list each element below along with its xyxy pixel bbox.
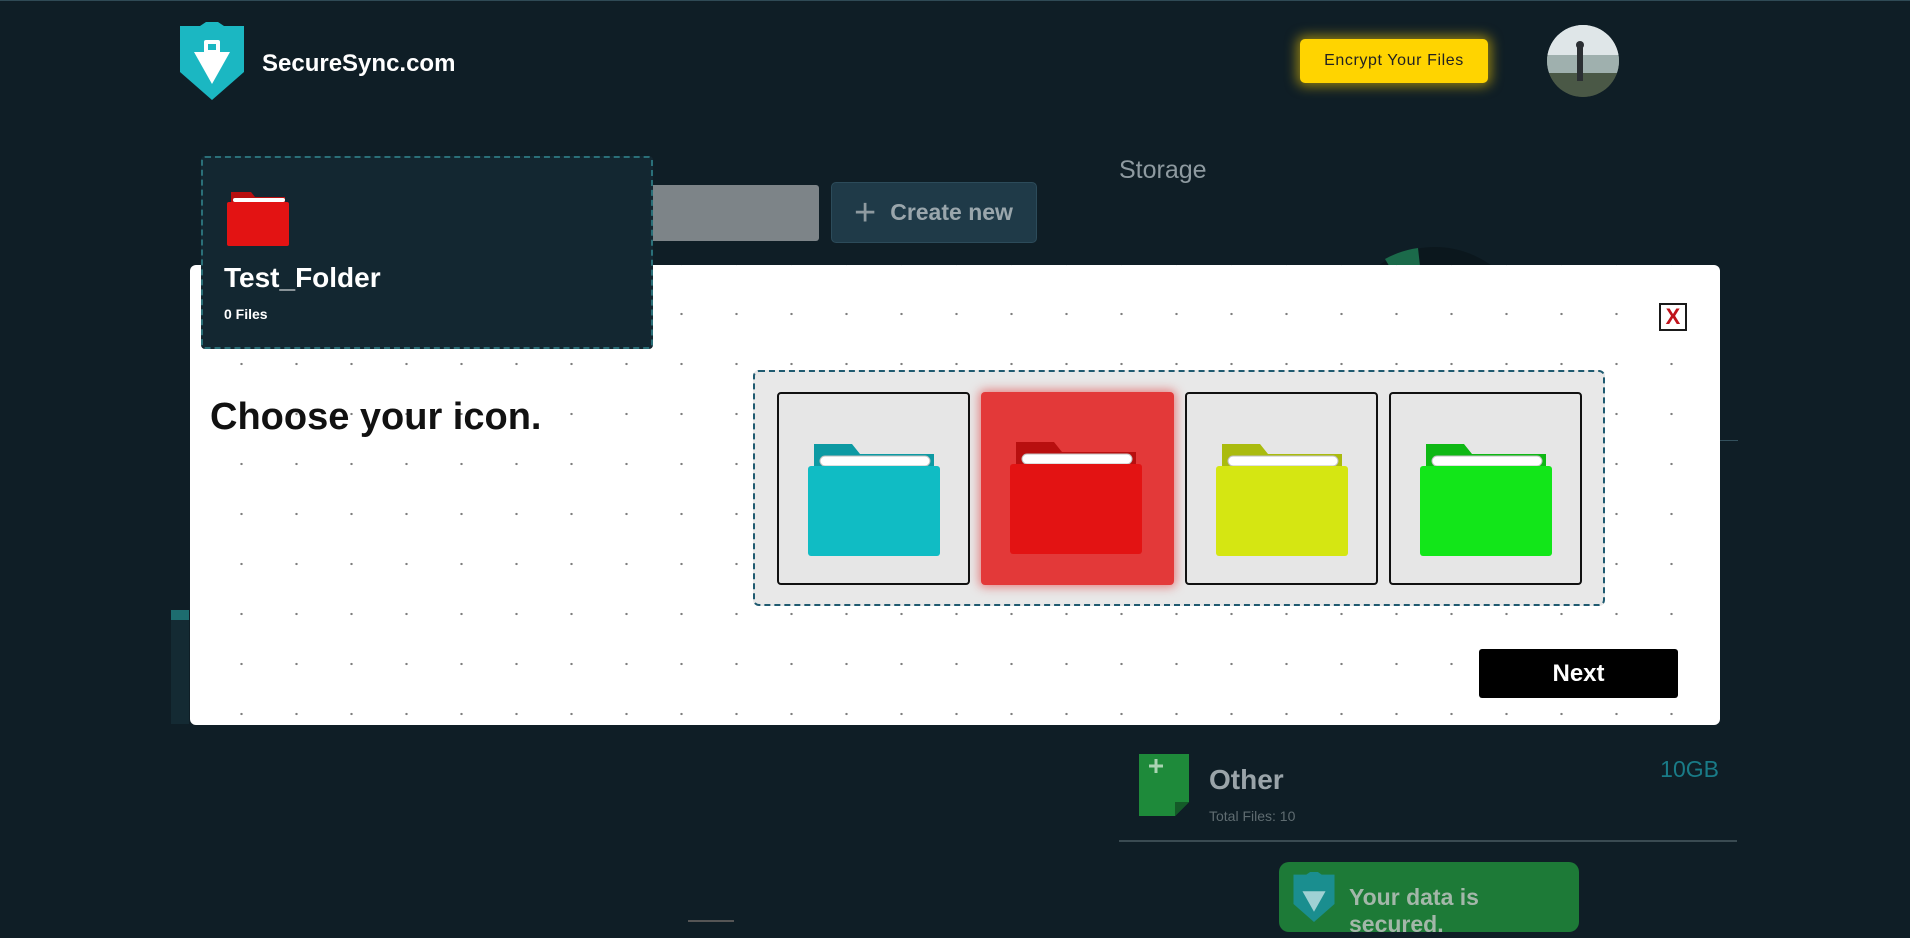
storage-item-files: Total Files: 10 (1209, 808, 1296, 824)
modal-title: Choose your icon. (210, 396, 542, 438)
next-button[interactable]: Next (1479, 649, 1678, 698)
encrypt-files-button[interactable]: Encrypt Your Files (1300, 39, 1488, 83)
green-folder-icon (1420, 444, 1552, 556)
folder-preview-card[interactable]: Test_Folder 0 Files (201, 156, 653, 349)
storage-item-other[interactable]: Other Total Files: 10 10GB (1119, 750, 1737, 842)
storage-item-name: Other (1209, 764, 1284, 795)
icon-picker (753, 370, 1605, 606)
icon-option-yellow[interactable] (1185, 392, 1378, 585)
search-input[interactable] (640, 185, 819, 241)
avatar-photo (1547, 25, 1619, 97)
red-folder-icon (1010, 442, 1142, 554)
scroll-bar[interactable] (171, 610, 189, 724)
shield-icon (1293, 872, 1335, 922)
red-folder-icon (227, 192, 289, 246)
avatar[interactable] (1547, 25, 1619, 97)
teal-folder-icon (808, 444, 940, 556)
close-button[interactable]: X (1659, 303, 1687, 331)
yellow-folder-icon (1216, 444, 1348, 556)
logo-icon (180, 22, 244, 100)
icon-option-teal[interactable] (777, 392, 970, 585)
icon-option-red[interactable] (981, 392, 1174, 585)
top-border (0, 0, 1910, 1)
folder-name: Test_Folder (224, 262, 381, 293)
plus-icon: + (854, 191, 877, 234)
secured-text: Your data is secured. (1349, 884, 1479, 937)
brand-name[interactable]: SecureSync.com (262, 50, 455, 78)
folder-file-count: 0 Files (224, 306, 268, 322)
create-new-label: Create new (890, 199, 1013, 225)
icon-option-green[interactable] (1389, 392, 1582, 585)
create-new-button[interactable]: + Create new (831, 182, 1037, 243)
storage-item-size: 10GB (1660, 756, 1719, 782)
other-file-icon (1139, 754, 1189, 816)
storage-title: Storage (1119, 156, 1207, 184)
